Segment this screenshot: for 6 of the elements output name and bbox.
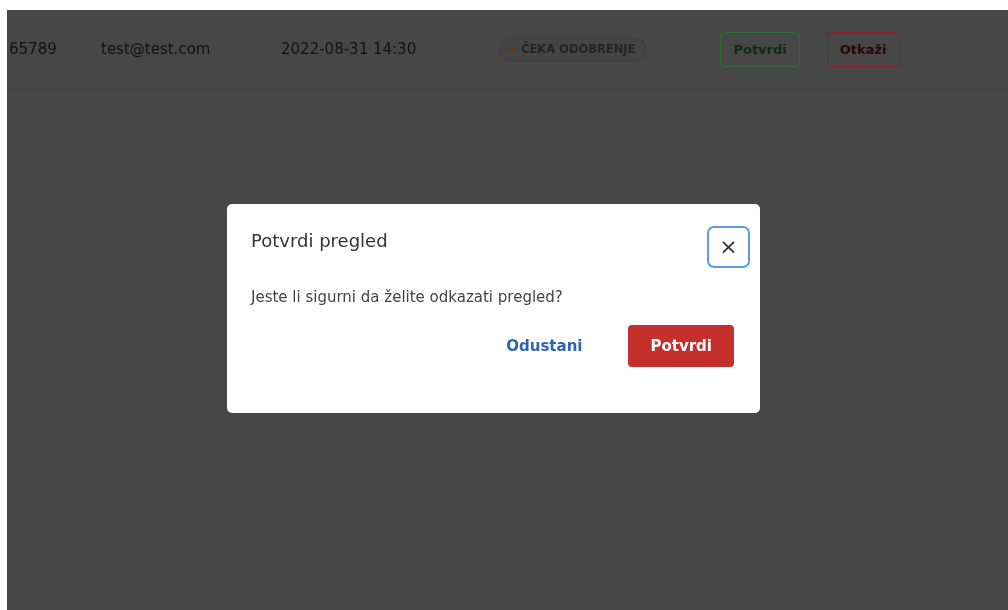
status-dot-icon xyxy=(510,47,515,52)
dialog-title: Potvrdi pregled xyxy=(251,230,388,252)
close-button[interactable]: × xyxy=(707,226,750,268)
dismiss-link[interactable]: Odustani xyxy=(484,324,605,367)
dialog-message: Jeste li sigurni da želite odkazati pregled? xyxy=(251,287,564,308)
confirm-button[interactable]: Potvrdi xyxy=(628,324,734,367)
